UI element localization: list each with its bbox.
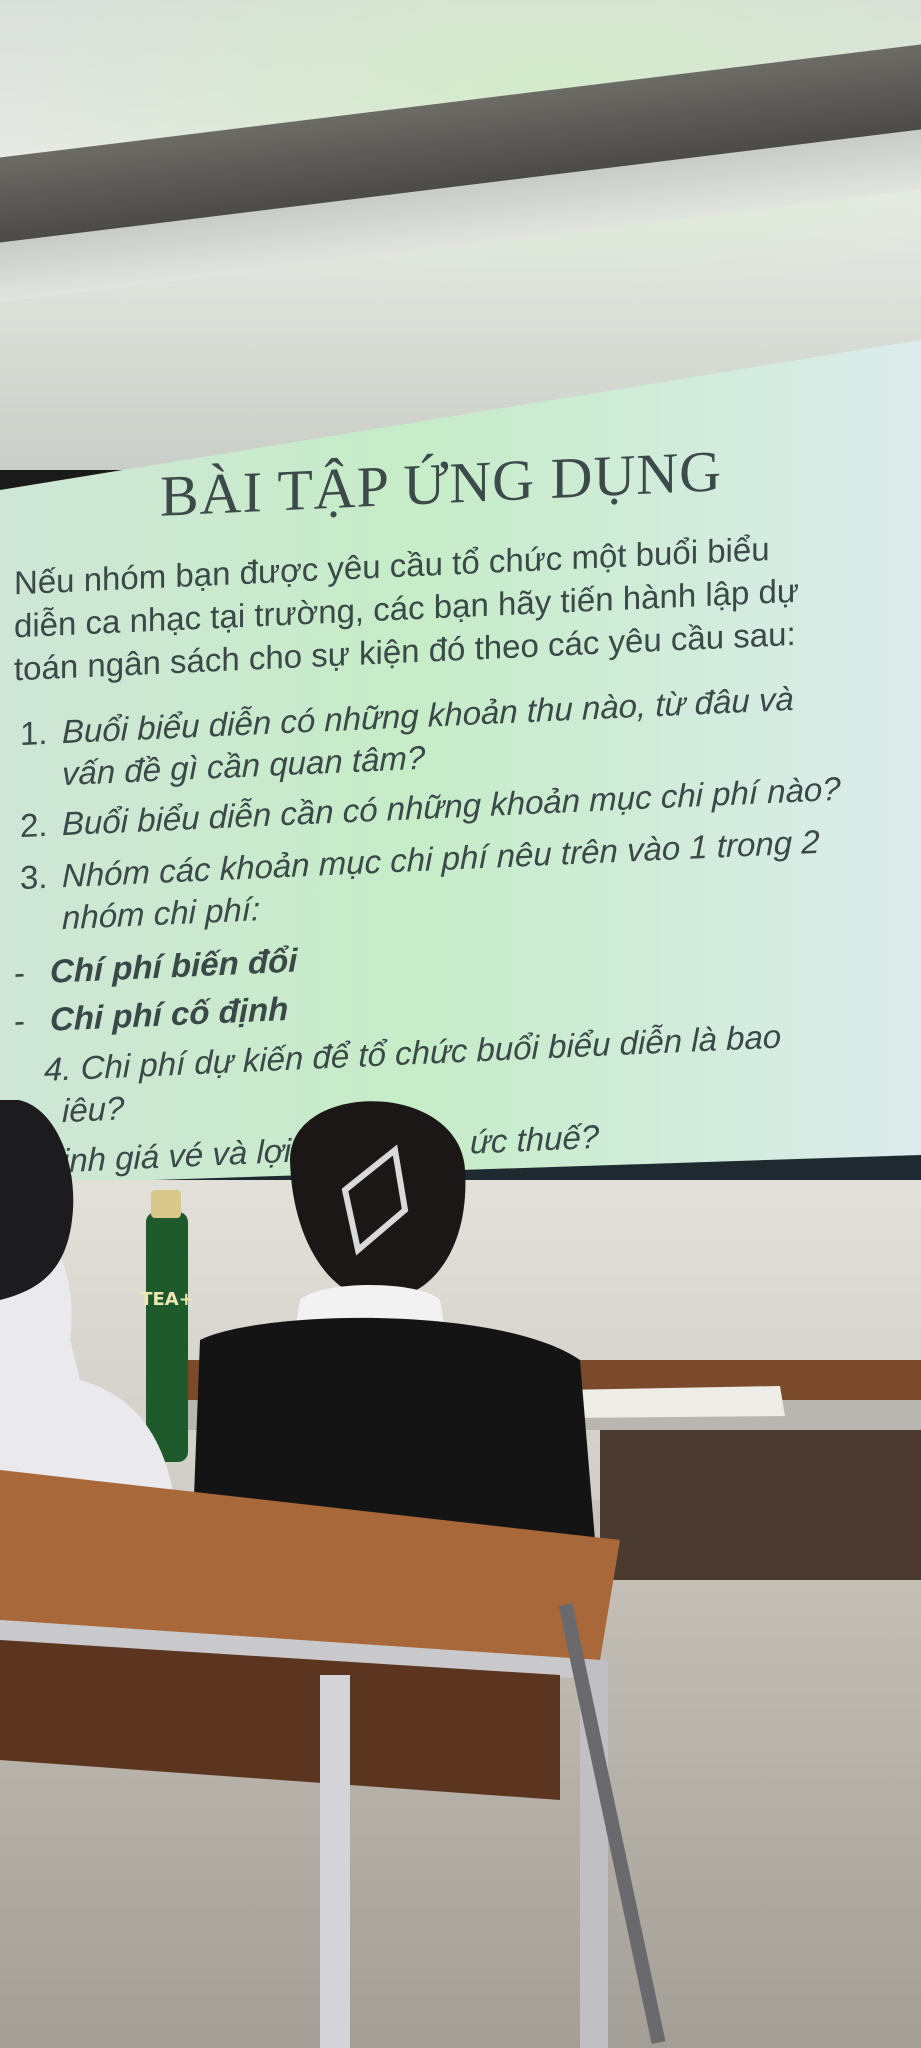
item-2-number: 2.: [20, 805, 48, 845]
item-1-number: 1.: [20, 713, 48, 753]
tea-bottle: [146, 1212, 188, 1462]
item-3-number: 3.: [20, 857, 48, 897]
back-desk-shelf: [600, 1430, 921, 1580]
chair-leg: [558, 1602, 666, 2045]
desk-leg-front: [320, 1675, 350, 2048]
item-3-line-2: nhóm chi phí:: [62, 890, 261, 937]
open-book: [560, 1386, 785, 1418]
bottle-label: TEA+: [140, 1289, 194, 1310]
bottle-cap: [151, 1190, 181, 1218]
bullet-variable-cost: Chí phí biến đổi: [50, 941, 298, 990]
slide-title: BÀI TẬP ỨNG DỤNG: [160, 438, 723, 529]
center-student-hair: [290, 1101, 466, 1300]
bullet-fixed-cost: Chi phí cố định: [50, 989, 289, 1038]
bullet-1-marker: -: [14, 953, 25, 992]
item-1-line-1: Buổi biểu diễn có những khoản thu nào, t…: [62, 679, 794, 751]
classroom-scene: TEA+: [0, 1100, 921, 2048]
slide-content: BÀI TẬP ỨNG DỤNG Nếu nhóm bạn được yêu c…: [0, 0, 921, 1240]
bullet-2-marker: -: [14, 1001, 25, 1040]
